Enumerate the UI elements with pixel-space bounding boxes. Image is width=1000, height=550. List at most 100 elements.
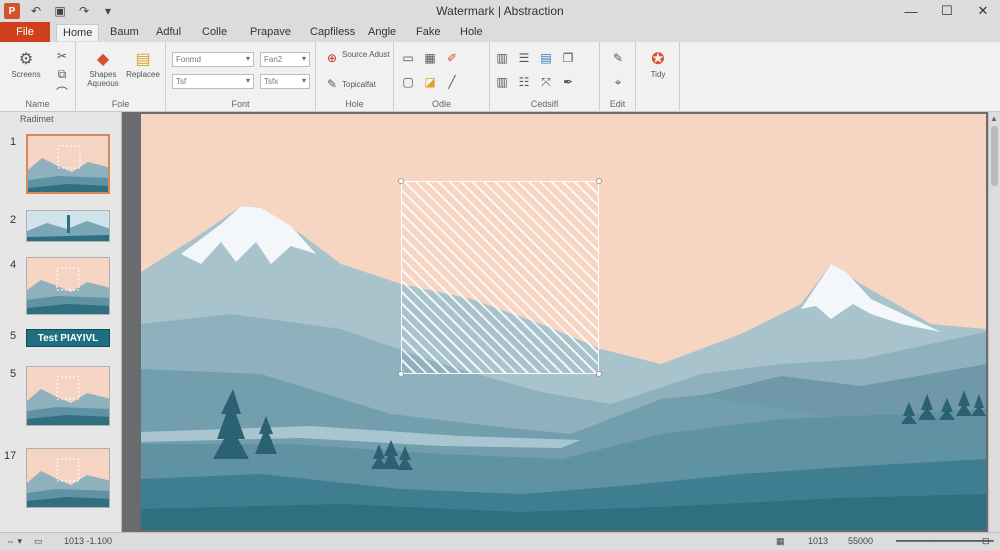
resize-handle[interactable]: [398, 371, 404, 377]
select-icon[interactable]: ⌖: [610, 74, 626, 90]
distribute-icon[interactable]: ☷: [516, 74, 532, 90]
slide-number: 4: [10, 259, 17, 271]
scissors-icon[interactable]: ✂: [54, 48, 70, 64]
pen-icon[interactable]: ✒: [560, 74, 576, 90]
columns-icon[interactable]: ▥: [494, 50, 510, 66]
slide-thumbnail-panel: Radimet 1 2 4 5 Test PIAYIVL 5 17: [0, 112, 122, 532]
ribbon-group-cedsifl: ▥ ☰ ▤ ❐ ▥ ☷ ⤧ ✒ Cedsifl: [490, 42, 600, 112]
resize-handle[interactable]: [596, 371, 602, 377]
tab-adful[interactable]: Adful: [150, 24, 187, 41]
ribbon-group-fole: ◆ Shapes Aqueous ▤ Replacee Fole: [76, 42, 166, 112]
eyedropper-icon[interactable]: ✎: [610, 50, 626, 66]
shapes-button[interactable]: ◆ Shapes Aqueous: [86, 48, 120, 88]
thumbnail-landscape: [27, 367, 109, 425]
slide-thumbnail[interactable]: [26, 210, 110, 242]
document-icon: ▤: [135, 50, 151, 68]
slide-number: 5: [10, 330, 17, 342]
topical-button[interactable]: Topicalfat: [342, 80, 394, 89]
line-icon[interactable]: ╱: [444, 74, 460, 90]
grid-icon[interactable]: ▦: [422, 50, 438, 66]
ribbon-group-label: Cedsifl: [530, 99, 559, 109]
status-value-2: 55000: [848, 536, 874, 546]
screens-button[interactable]: ⚙ Screens: [6, 48, 46, 79]
status-bar: ⇔ ▾ ▭ 1013 -1.100 ▦ 1013 55000 ━━━━━━━━━…: [0, 532, 1000, 550]
connector-icon[interactable]: ⤧: [538, 74, 554, 90]
ribbon-group-label: Edit: [609, 99, 626, 109]
ribbon-group-label: Hole: [345, 99, 364, 109]
tab-baum[interactable]: Baum: [104, 24, 145, 41]
ribbon-group-label: Fole: [111, 99, 130, 109]
minimize-button[interactable]: —: [900, 1, 922, 21]
slide-number: 1: [10, 136, 17, 148]
ribbon: ⚙ Screens ✂ ⧉ ⌒ Name ◆ Shapes Aqueous ▤ …: [0, 42, 1000, 112]
ribbon-group-tidy: ✪ Tidy: [636, 42, 680, 112]
ribbon-group-font: Fonmd Fan2 Tsf Tsfx Font: [166, 42, 316, 112]
table-icon[interactable]: ▥: [494, 74, 510, 90]
tab-file[interactable]: File: [0, 22, 50, 42]
align-icon[interactable]: ☰: [516, 50, 532, 66]
chart-icon[interactable]: ▤: [538, 50, 554, 66]
thumbnail-landscape: [27, 258, 109, 314]
ribbon-group-label: Name: [25, 99, 50, 109]
zoom-slider[interactable]: ━━━━━━━━━━━━━━━━━━: [896, 536, 994, 547]
tab-capfiless[interactable]: Capfiless: [304, 24, 361, 41]
status-position: 1013 -1.100: [64, 536, 113, 546]
font-size-dropdown[interactable]: Fan2: [260, 52, 310, 67]
brush-icon[interactable]: ✐: [444, 50, 460, 66]
status-value-1: 1013: [808, 536, 829, 546]
panel-header: Radimet: [20, 114, 54, 124]
copy-icon[interactable]: ⧉: [54, 66, 70, 82]
ribbon-tabs: File Home Baum Adful Colle Prapave Capfi…: [0, 22, 1000, 42]
normal-view-icon[interactable]: ▦: [776, 536, 785, 547]
slide-thumbnail-text[interactable]: Test PIAYIVL: [26, 329, 110, 347]
thumbnail-landscape: [27, 449, 109, 507]
font-name-dropdown[interactable]: Fonmd: [172, 52, 254, 67]
resize-handle[interactable]: [398, 178, 404, 184]
tab-home[interactable]: Home: [56, 24, 100, 41]
source-adjust-button[interactable]: Source Adust: [342, 50, 390, 59]
view-toggle-icon[interactable]: ⇔ ▾: [6, 536, 22, 547]
resize-handle[interactable]: [596, 178, 602, 184]
shape-icon[interactable]: ▭: [400, 50, 416, 66]
frame-icon[interactable]: ▢: [400, 74, 416, 90]
topical-icon: ✎: [326, 77, 338, 91]
font-style-dropdown[interactable]: Tsf: [172, 74, 254, 89]
scroll-up-icon[interactable]: ▲: [990, 114, 998, 123]
scrollbar-thumb[interactable]: [991, 126, 998, 186]
thumbnail-landscape: [28, 136, 108, 192]
vertical-scrollbar[interactable]: ▲: [988, 112, 1000, 532]
tab-hole[interactable]: Hole: [454, 24, 489, 41]
window-title: Watermark | Abstraction: [436, 4, 564, 18]
ribbon-group-edit: ✎ ⌖ Edit: [600, 42, 636, 112]
slide-number: 2: [10, 214, 17, 226]
slide-number: 5: [10, 368, 17, 380]
source-icon: ⊕: [326, 51, 338, 65]
tab-prapave[interactable]: Prapave: [244, 24, 297, 41]
font-effect-dropdown[interactable]: Tsfx: [260, 74, 310, 89]
notes-icon[interactable]: ▭: [34, 536, 43, 547]
ribbon-group-label: Odle: [431, 99, 451, 109]
tab-fake[interactable]: Fake: [410, 24, 446, 41]
slide-thumbnail[interactable]: [26, 257, 110, 315]
pages-icon[interactable]: ❐: [560, 50, 576, 66]
tab-angle[interactable]: Angle: [362, 24, 402, 41]
picture-icon[interactable]: ◪: [422, 74, 438, 90]
window-controls: — ☐ ✕: [900, 1, 994, 21]
slide-thumbnail[interactable]: [26, 134, 110, 194]
thumbnail-banner: [27, 211, 109, 241]
slide-thumbnail[interactable]: [26, 448, 110, 508]
tidy-button[interactable]: ✪ Tidy: [640, 48, 676, 79]
tidy-icon: ✪: [651, 50, 665, 68]
watermark-placeholder[interactable]: [398, 178, 602, 377]
screens-icon: ⚙: [18, 50, 34, 68]
ribbon-group-name: ⚙ Screens ✂ ⧉ ⌒ Name: [0, 42, 76, 112]
tab-colle[interactable]: Colle: [196, 24, 233, 41]
slide-thumbnail[interactable]: [26, 366, 110, 426]
maximize-button[interactable]: ☐: [936, 1, 958, 21]
close-button[interactable]: ✕: [972, 1, 994, 21]
replace-button[interactable]: ▤ Replacee: [124, 48, 162, 79]
ribbon-group-odle: ▭ ▦ ✐ ▢ ◪ ╱ Odle: [394, 42, 490, 112]
title-bar: P ↶ ▣ ↷ ▾ Watermark | Abstraction — ☐ ✕: [0, 0, 1000, 22]
format-painter-icon[interactable]: ⌒: [54, 84, 70, 100]
fit-slide-icon[interactable]: ⊡: [982, 536, 990, 547]
